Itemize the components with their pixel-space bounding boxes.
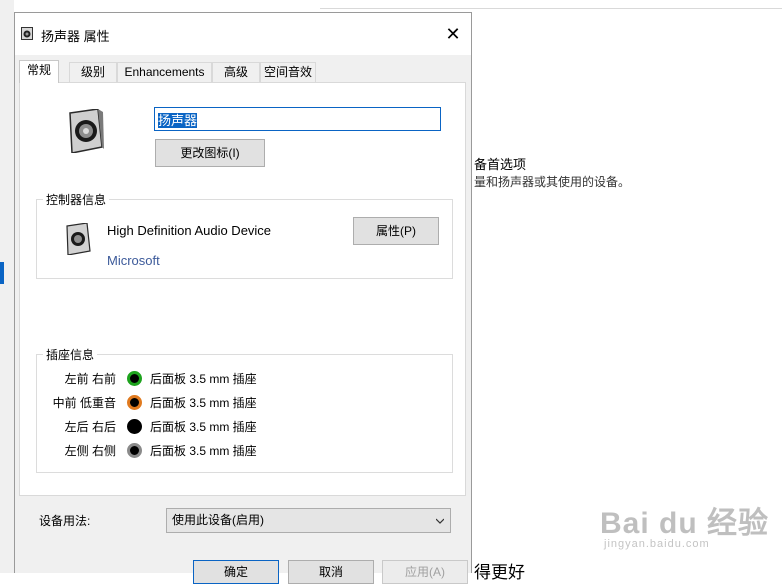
controller-vendor: Microsoft <box>107 253 160 268</box>
dialog-titlebar[interactable]: 扬声器 属性 ✕ <box>15 13 471 55</box>
tab-enhancements[interactable]: Enhancements <box>117 62 212 82</box>
jack-color-indicator <box>127 443 142 458</box>
speaker-device-icon <box>69 109 104 153</box>
watermark-logo: Bai du 经验 <box>600 507 770 540</box>
background-sidebar <box>0 0 14 573</box>
jack-info-group: 插座信息 左前 右前 后面板 3.5 mm 插座 中前 低重音 后面板 3.5 … <box>36 346 454 473</box>
background-section-description: 量和扬声器或其使用的设备。 <box>474 175 631 189</box>
tab-advanced[interactable]: 高级 <box>212 62 260 82</box>
jack-channel-label: 中前 低重音 <box>52 396 116 410</box>
change-icon-button[interactable]: 更改图标(I) <box>155 139 265 167</box>
close-button[interactable]: ✕ <box>441 23 465 45</box>
controller-info-label: 控制器信息 <box>43 191 110 208</box>
speaker-icon <box>21 27 33 40</box>
jack-channel-label: 左后 右后 <box>64 420 116 434</box>
device-usage-selected-value: 使用此设备(启用) <box>172 513 264 527</box>
tab-general[interactable]: 常规 <box>19 60 59 83</box>
jack-color-indicator <box>127 419 142 434</box>
controller-info-group: 控制器信息 High Definition Audio Device Micro… <box>36 191 453 279</box>
jack-channel-label: 左前 右前 <box>64 372 116 386</box>
jack-description: 后面板 3.5 mm 插座 <box>150 396 257 410</box>
jack-row: 左侧 右侧 后面板 3.5 mm 插座 <box>37 440 454 460</box>
audio-device-icon <box>66 223 91 255</box>
jack-color-indicator <box>127 371 142 386</box>
jack-info-label: 插座信息 <box>43 346 98 363</box>
jack-channel-label: 左侧 右侧 <box>64 444 116 458</box>
tab-levels[interactable]: 级别 <box>69 62 117 82</box>
device-name-field[interactable]: 扬声器 <box>154 107 441 131</box>
jack-description: 后面板 3.5 mm 插座 <box>150 372 257 386</box>
background-section-heading[interactable]: 备首选项 <box>474 154 526 173</box>
cancel-button[interactable]: 取消 <box>288 560 374 584</box>
speaker-properties-dialog: 扬声器 属性 ✕ 常规 级别 Enhancements 高级 空间音效 扬声器 … <box>14 12 472 584</box>
device-usage-dropdown[interactable]: 使用此设备(启用) <box>166 508 451 533</box>
controller-name: High Definition Audio Device <box>107 223 272 238</box>
general-tab-panel: 扬声器 更改图标(I) 控制器信息 High Definition Audio … <box>19 82 466 496</box>
jack-description: 后面板 3.5 mm 插座 <box>150 420 257 434</box>
chevron-down-icon <box>436 518 444 524</box>
apply-button[interactable]: 应用(A) <box>382 560 468 584</box>
jack-description: 后面板 3.5 mm 插座 <box>150 444 257 458</box>
jack-row: 中前 低重音 后面板 3.5 mm 插座 <box>37 392 454 412</box>
jack-row: 左前 右前 后面板 3.5 mm 插座 <box>37 368 454 388</box>
tab-spatial-sound[interactable]: 空间音效 <box>260 62 316 82</box>
background-sidebar-selection-marker <box>0 262 4 284</box>
background-bottom-text: 得更好 <box>474 563 525 582</box>
device-usage-label: 设备用法: <box>39 514 91 528</box>
background-divider <box>320 8 782 9</box>
watermark-url: jingyan.baidu.com <box>604 538 710 550</box>
ok-button[interactable]: 确定 <box>193 560 279 584</box>
dialog-title: 扬声器 属性 <box>41 29 110 44</box>
properties-button[interactable]: 属性(P) <box>353 217 439 245</box>
jack-color-indicator <box>127 395 142 410</box>
jack-row: 左后 右后 后面板 3.5 mm 插座 <box>37 416 454 436</box>
